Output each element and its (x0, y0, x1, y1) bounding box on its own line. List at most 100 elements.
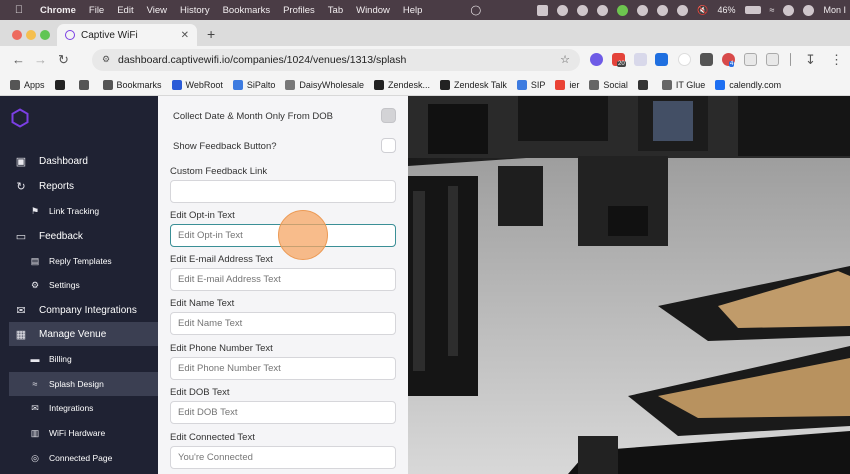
sidebar-item-label: Connected Page (49, 453, 113, 463)
email-text-input[interactable] (170, 268, 396, 291)
screen-icon[interactable] (597, 4, 609, 16)
bookmark-item[interactable]: SiPalto (232, 79, 275, 90)
menu-tab[interactable]: Tab (328, 5, 343, 16)
bookmark-label: WebRoot (185, 79, 223, 90)
menu-file[interactable]: File (89, 5, 104, 16)
menu-profiles[interactable]: Profiles (283, 5, 315, 16)
menu-view[interactable]: View (147, 5, 167, 16)
bookmark-item[interactable] (54, 79, 69, 90)
sidebar-item-billing[interactable]: ▬ Billing (0, 347, 158, 371)
bookmark-item[interactable]: SIP (516, 79, 545, 90)
sidebar-item-connected-page[interactable]: ◎ Connected Page (0, 446, 158, 470)
toolbar-divider (790, 53, 791, 66)
apple-icon[interactable]:  (12, 4, 26, 16)
download-icon[interactable]: ↧ (805, 52, 816, 68)
sidebar-item-reply-templates[interactable]: ▤ Reply Templates (0, 249, 158, 273)
mute-icon[interactable]: 🔇 (697, 5, 708, 16)
bookmark-label: Social (603, 79, 628, 90)
circle-status-icon[interactable]: ◯ (470, 5, 481, 16)
lock-status-icon[interactable] (657, 4, 669, 16)
sidebar-item-feedback[interactable]: ▭ Feedback (0, 224, 158, 248)
battery-icon[interactable] (744, 6, 761, 14)
sidebar-item-company-integrations[interactable]: ✉ Company Integrations (0, 298, 158, 322)
window-minimize-button[interactable] (26, 30, 36, 40)
bookmark-item[interactable]: Apps (10, 79, 45, 90)
captive-wifi-favicon-icon (65, 30, 75, 40)
back-arrow-icon[interactable]: ← (12, 52, 25, 67)
router-icon: ▥ (30, 427, 40, 438)
bookmark-item[interactable]: ier (555, 79, 579, 90)
menu-bookmarks[interactable]: Bookmarks (223, 5, 271, 16)
webroot-icon (171, 79, 182, 90)
bookmark-item[interactable]: WebRoot (171, 79, 223, 90)
menu-history[interactable]: History (180, 5, 210, 16)
s-extension-icon[interactable] (744, 53, 757, 66)
forward-arrow-icon[interactable]: → (34, 52, 47, 67)
phone-text-input[interactable] (170, 357, 396, 380)
bookmark-item[interactable]: Zendesk Talk (439, 79, 507, 90)
zendesk-icon (439, 79, 450, 90)
control-center-icon[interactable] (803, 4, 815, 16)
green-app-icon[interactable] (617, 4, 629, 16)
sidebar-item-integrations[interactable]: ✉ Integrations (0, 396, 158, 420)
spotlight-icon[interactable] (783, 4, 795, 16)
sidebar-item-reports[interactable]: ↻ Reports (0, 174, 158, 198)
app-sidebar: ▣ Dashboard ↻ Reports ⚑ Link Tracking ▭ Feedbac… (0, 96, 158, 474)
extension-1-icon[interactable] (590, 53, 603, 66)
play-icon[interactable] (677, 4, 689, 16)
connected-text-input[interactable] (170, 446, 396, 469)
address-bar[interactable]: ⚙ dashboard.captivewifi.io/companies/102… (92, 49, 580, 71)
sidebar-item-link-tracking[interactable]: ⚑ Link Tracking (0, 199, 158, 223)
collect-dob-checkbox[interactable] (381, 108, 396, 123)
page-icon (285, 79, 296, 90)
bookmark-item[interactable]: IT Glue (661, 79, 705, 90)
bookmark-item[interactable] (78, 79, 93, 90)
gear-icon: ⚙ (30, 279, 40, 290)
bookmark-item[interactable]: Bookmarks (102, 79, 162, 90)
bookmark-item[interactable]: calendly.com (715, 79, 781, 90)
arrow-extension-icon[interactable] (655, 53, 668, 66)
bookmark-star-icon[interactable]: ☆ (560, 53, 570, 66)
puzzle-extensions-icon[interactable] (766, 53, 779, 66)
custom-feedback-link-input[interactable] (170, 180, 396, 203)
window-close-button[interactable] (12, 30, 22, 40)
hand-icon[interactable] (557, 4, 569, 16)
show-feedback-checkbox[interactable] (381, 138, 396, 153)
s-logo-icon (232, 79, 243, 90)
sidebar-item-manage-venue[interactable]: ▦ Manage Venue (9, 322, 158, 346)
menu-help[interactable]: Help (403, 5, 423, 16)
captive-wifi-logo-icon[interactable] (10, 108, 30, 128)
record-icon[interactable] (637, 4, 649, 16)
circle-extension-icon[interactable] (678, 53, 691, 66)
menu-window[interactable]: Window (356, 5, 390, 16)
site-info-icon[interactable]: ⚙ (102, 54, 112, 65)
folder-icon (661, 79, 672, 90)
bookmark-item[interactable]: Zendesk... (373, 79, 430, 90)
bookmark-item[interactable]: DaisyWholesale (285, 79, 364, 90)
grid-icon (78, 79, 89, 90)
menu-app-name[interactable]: Chrome (40, 5, 76, 16)
chrome-menu-icon[interactable]: ⋮ (830, 52, 843, 68)
new-tab-button[interactable]: + (207, 26, 215, 42)
dob-text-input[interactable] (170, 401, 396, 424)
sidebar-item-label: Company Integrations (39, 304, 137, 316)
sidebar-item-dashboard[interactable]: ▣ Dashboard (0, 149, 158, 173)
battery-percent: 46% (717, 5, 736, 15)
bookmark-item[interactable] (637, 79, 652, 90)
bookmark-item[interactable]: Social (589, 79, 628, 90)
pen-extension-icon[interactable] (634, 53, 647, 66)
dark-extension-icon[interactable] (700, 53, 713, 66)
sidebar-item-settings[interactable]: ⚙ Settings (0, 273, 158, 297)
window-zoom-button[interactable] (40, 30, 50, 40)
name-text-input[interactable] (170, 312, 396, 335)
menu-edit[interactable]: Edit (117, 5, 133, 16)
sidebar-item-wifi-hardware[interactable]: ▥ WiFi Hardware (0, 421, 158, 445)
reload-icon[interactable]: ↻ (58, 52, 69, 68)
tab-captive-wifi[interactable]: Captive WiFi ✕ (57, 24, 197, 46)
splash-settings-panel: Collect Date & Month Only From DOB Show … (158, 96, 408, 474)
grammarly-icon[interactable] (577, 4, 589, 16)
wifi-status-icon[interactable]: ≈ (770, 5, 775, 15)
tab-close-icon[interactable]: ✕ (181, 30, 189, 41)
stack-icon[interactable] (537, 4, 549, 16)
sidebar-item-splash-design[interactable]: ≈ Splash Design (9, 372, 158, 396)
